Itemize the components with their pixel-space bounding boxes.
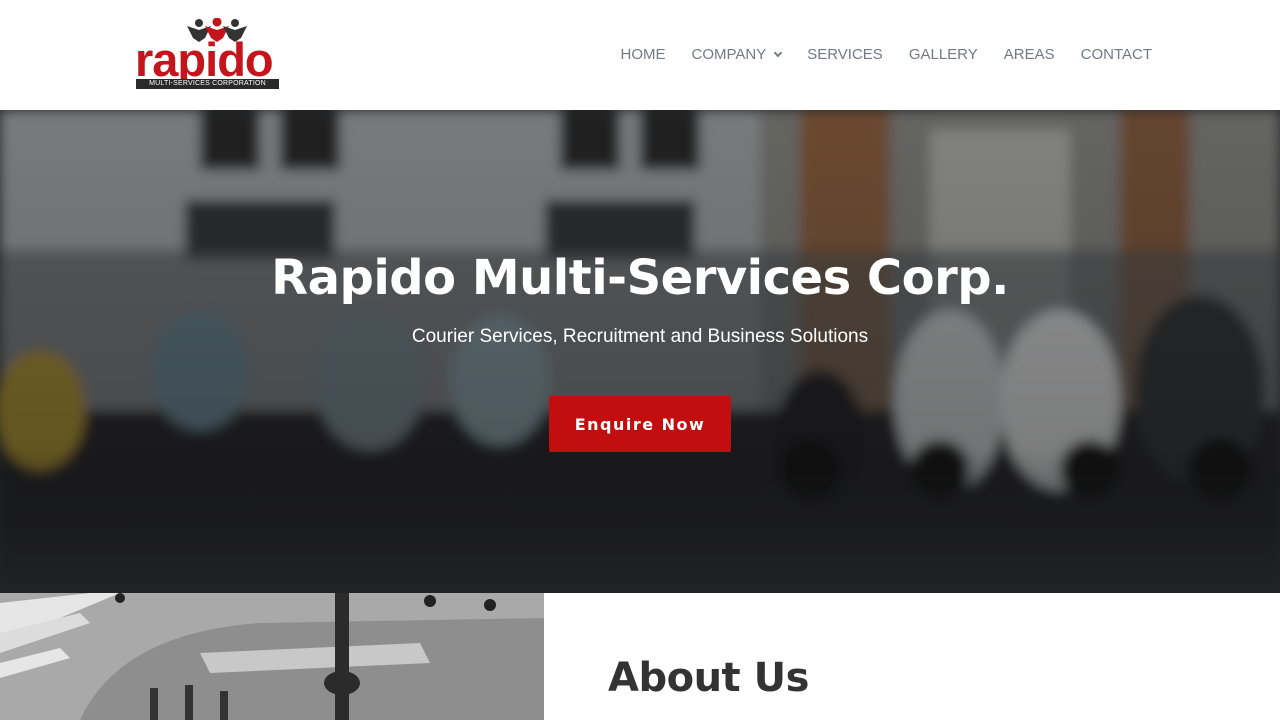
- nav-item-label: GALLERY: [908, 46, 978, 63]
- nav-item-label: AREAS: [1003, 46, 1055, 63]
- hero-section: Rapido Multi-Services Corp. Courier Serv…: [0, 110, 1280, 593]
- nav-item-home[interactable]: HOME: [620, 46, 665, 63]
- nav-item-services[interactable]: SERVICES: [807, 46, 883, 63]
- nav-item-label: CONTACT: [1080, 46, 1152, 63]
- logo-tagline: MULTI-SERVICES CORPORATION: [136, 79, 279, 89]
- hero-title: Rapido Multi-Services Corp.: [271, 250, 1009, 306]
- nav-item-areas[interactable]: AREAS: [1004, 46, 1055, 63]
- chevron-down-icon: [773, 48, 783, 57]
- rapido-logo[interactable]: rapido MULTI-SERVICES CORPORATION: [135, 18, 281, 92]
- about-image: [0, 593, 544, 720]
- nav-item-label: COMPANY: [691, 46, 767, 63]
- nav-item-company[interactable]: COMPANY: [691, 46, 783, 63]
- nav-item-gallery[interactable]: GALLERY: [909, 46, 978, 63]
- nav-item-contact[interactable]: CONTACT: [1081, 46, 1152, 63]
- nav-item-label: SERVICES: [807, 46, 883, 63]
- about-us-heading: About Us: [608, 655, 809, 701]
- hero-subtitle: Courier Services, Recruitment and Busine…: [411, 326, 869, 347]
- hero-background-image: [0, 110, 1280, 593]
- nav-item-label: HOME: [620, 46, 666, 63]
- site-header: rapido MULTI-SERVICES CORPORATION HOME C…: [0, 0, 1280, 110]
- main-nav: HOME COMPANY SERVICES GALLERY AREAS CONT…: [620, 46, 1152, 63]
- about-image-graphic: [0, 593, 544, 720]
- enquire-now-button[interactable]: Enquire Now: [549, 396, 731, 452]
